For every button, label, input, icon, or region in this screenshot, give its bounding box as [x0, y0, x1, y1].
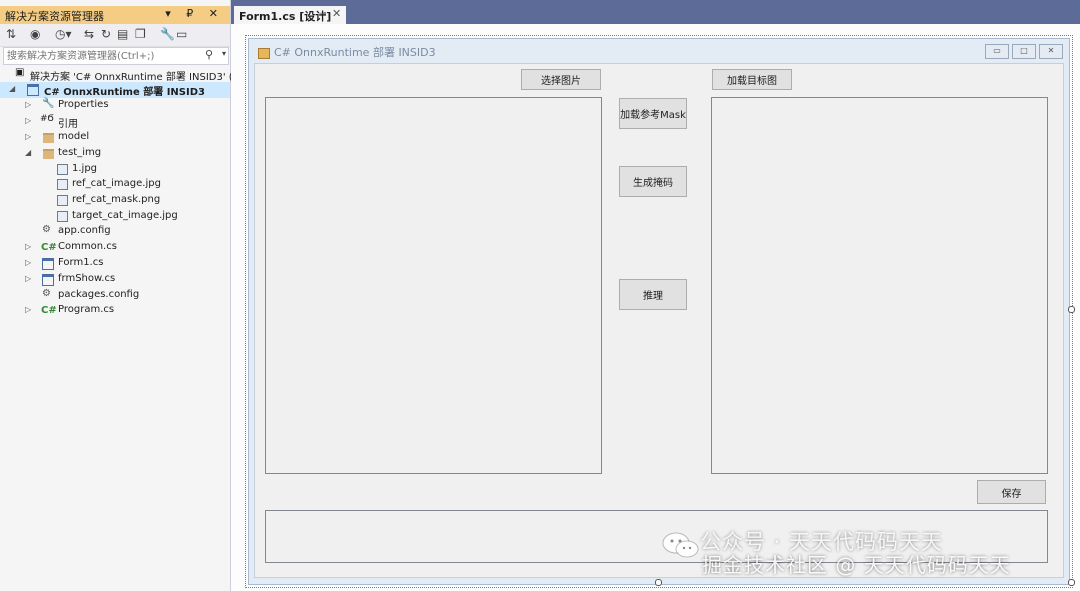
- expanded-arrow-icon[interactable]: ◢: [25, 148, 31, 157]
- config-icon: ⚙: [42, 224, 51, 235]
- form-icon: [42, 256, 54, 273]
- load-target-image-button[interactable]: 加载目标图: [712, 69, 792, 90]
- tree-item-references[interactable]: ▷ #Ϭ 引用: [0, 114, 230, 130]
- tree-item-label: target_cat_image.jpg: [72, 210, 178, 221]
- history-icon[interactable]: ◷▾: [55, 27, 72, 41]
- search-icon[interactable]: ⚲: [205, 48, 213, 61]
- tree-item-ref-cat-image[interactable]: ref_cat_image.jpg: [0, 177, 230, 193]
- solution-search-box[interactable]: ⚲ ▾: [3, 47, 229, 65]
- panel-window-buttons[interactable]: ▾ ₽ ✕: [165, 7, 224, 20]
- preview-icon[interactable]: ▭: [176, 27, 187, 41]
- tree-item-form1-cs[interactable]: ▷ Form1.cs: [0, 256, 230, 272]
- pin-icon[interactable]: ⊸: [319, 9, 327, 19]
- tree-item-label: Properties: [58, 99, 109, 110]
- tree-item-1-jpg[interactable]: 1.jpg: [0, 162, 230, 178]
- wechat-logo-icon: [662, 532, 699, 558]
- config-icon: ⚙: [42, 288, 51, 299]
- tree-item-label: ref_cat_mask.png: [72, 194, 161, 205]
- tree-item-label: app.config: [58, 225, 111, 236]
- tree-item-label: frmShow.cs: [58, 273, 116, 284]
- collapsed-arrow-icon[interactable]: ▷: [25, 100, 31, 109]
- select-image-button[interactable]: 选择图片: [521, 69, 601, 90]
- collapsed-arrow-icon[interactable]: ▷: [25, 242, 31, 251]
- sync-icon[interactable]: ⇅: [6, 27, 16, 41]
- source-picture-box: [265, 97, 602, 474]
- solution-explorer-toolbar: ⇅ ◉ ◷▾ ⇆ ↻ ▤ ❐ 🔧 ▭: [0, 24, 230, 47]
- tree-item-label: 引用: [58, 119, 78, 130]
- solution-label: 解决方案 'C# OnnxRuntime 部署 INSID3' (1 个: [30, 72, 253, 83]
- tree-item-label: Common.cs: [58, 241, 117, 252]
- minimize-icon[interactable]: ▭: [985, 44, 1009, 59]
- project-icon: [27, 82, 39, 99]
- close-window-icon[interactable]: ✕: [1039, 44, 1063, 59]
- properties-wrench-icon[interactable]: 🔧: [160, 27, 175, 41]
- chevron-down-icon[interactable]: ▾: [222, 49, 226, 58]
- refresh-icon[interactable]: ↻: [101, 27, 111, 41]
- load-reference-mask-button[interactable]: 加载参考Mask: [619, 98, 687, 129]
- image-icon: [57, 193, 68, 209]
- collapsed-arrow-icon[interactable]: ▷: [25, 132, 31, 141]
- watermark-line-2: 掘金技术社区 @ 天天代码码天天: [702, 553, 1011, 577]
- tree-item-target-cat-image[interactable]: target_cat_image.jpg: [0, 209, 230, 225]
- form-title-bar: C# OnnxRuntime 部署 INSID3: [258, 44, 436, 60]
- collapsed-arrow-icon[interactable]: ▷: [25, 274, 31, 283]
- collapsed-arrow-icon[interactable]: ▷: [25, 116, 31, 125]
- folder-icon: [43, 146, 54, 162]
- tree-solution-node[interactable]: ▣ 解决方案 'C# OnnxRuntime 部署 INSID3' (1 个: [0, 67, 252, 83]
- tree-item-test-img[interactable]: ◢ test_img: [0, 146, 230, 162]
- wrench-icon: 🔧: [42, 98, 55, 109]
- tree-item-frmshow-cs[interactable]: ▷ frmShow.cs: [0, 272, 230, 288]
- resize-handle-right[interactable]: [1068, 306, 1075, 313]
- show-all-files-icon[interactable]: ❐: [135, 27, 146, 41]
- vs-icon[interactable]: ◉: [30, 27, 40, 41]
- references-icon: #Ϭ: [40, 114, 54, 124]
- tree-item-label: packages.config: [58, 289, 140, 300]
- tree-item-label: test_img: [58, 147, 102, 158]
- resize-handle-bottom[interactable]: [655, 579, 662, 586]
- csharp-icon: C#: [41, 242, 57, 253]
- resize-handle-corner[interactable]: [1068, 579, 1075, 586]
- image-icon: [57, 209, 68, 225]
- save-button[interactable]: 保存: [977, 480, 1046, 504]
- tree-item-packages-config[interactable]: ⚙ packages.config: [0, 288, 230, 304]
- tree-item-ref-cat-mask[interactable]: ref_cat_mask.png: [0, 193, 230, 209]
- maximize-icon[interactable]: □: [1012, 44, 1036, 59]
- tab-label: Form1.cs [设计]: [239, 10, 332, 23]
- tree-item-common-cs[interactable]: ▷ C# Common.cs: [0, 240, 230, 256]
- collapsed-arrow-icon[interactable]: ▷: [25, 258, 31, 267]
- tree-item-label: Form1.cs: [58, 257, 104, 268]
- tree-item-label: model: [58, 131, 90, 142]
- image-icon: [57, 162, 68, 178]
- collapsed-arrow-icon[interactable]: ▷: [25, 305, 31, 314]
- project-label: C# OnnxRuntime 部署 INSID3: [44, 87, 205, 98]
- result-picture-box: [711, 97, 1048, 474]
- tree-project-node[interactable]: ◢ C# OnnxRuntime 部署 INSID3: [0, 82, 230, 98]
- collapse-all-icon[interactable]: ▤: [117, 27, 128, 41]
- tree-item-properties[interactable]: ▷ 🔧 Properties: [0, 98, 230, 114]
- close-icon[interactable]: ✕: [332, 7, 341, 20]
- solution-explorer-titlebar: 解决方案资源管理器 ▾ ₽ ✕: [0, 6, 230, 24]
- form-icon: [42, 272, 54, 289]
- solution-icon: ▣: [15, 67, 25, 78]
- inference-button[interactable]: 推理: [619, 279, 687, 310]
- tree-item-app-config[interactable]: ⚙ app.config: [0, 224, 230, 240]
- solution-explorer-title: 解决方案资源管理器: [5, 10, 104, 23]
- csharp-icon: C#: [41, 305, 57, 316]
- form-app-icon: [258, 47, 270, 59]
- generate-mask-button[interactable]: 生成掩码: [619, 166, 687, 197]
- tree-item-label: ref_cat_image.jpg: [72, 178, 161, 189]
- document-tabstrip: [231, 0, 1080, 24]
- image-icon: [57, 177, 68, 193]
- tree-item-model[interactable]: ▷ model: [0, 130, 230, 146]
- back-forward-icon[interactable]: ⇆: [84, 27, 94, 41]
- form-title: C# OnnxRuntime 部署 INSID3: [274, 46, 436, 59]
- expanded-arrow-icon[interactable]: ◢: [9, 84, 15, 93]
- tree-item-label: Program.cs: [58, 304, 115, 315]
- tree-item-label: 1.jpg: [72, 163, 98, 174]
- folder-icon: [43, 130, 54, 146]
- tree-item-program-cs[interactable]: ▷ C# Program.cs: [0, 303, 230, 319]
- tab-form1-designer[interactable]: Form1.cs [设计] ⊸ ✕: [234, 6, 346, 24]
- solution-search-input[interactable]: [4, 48, 206, 64]
